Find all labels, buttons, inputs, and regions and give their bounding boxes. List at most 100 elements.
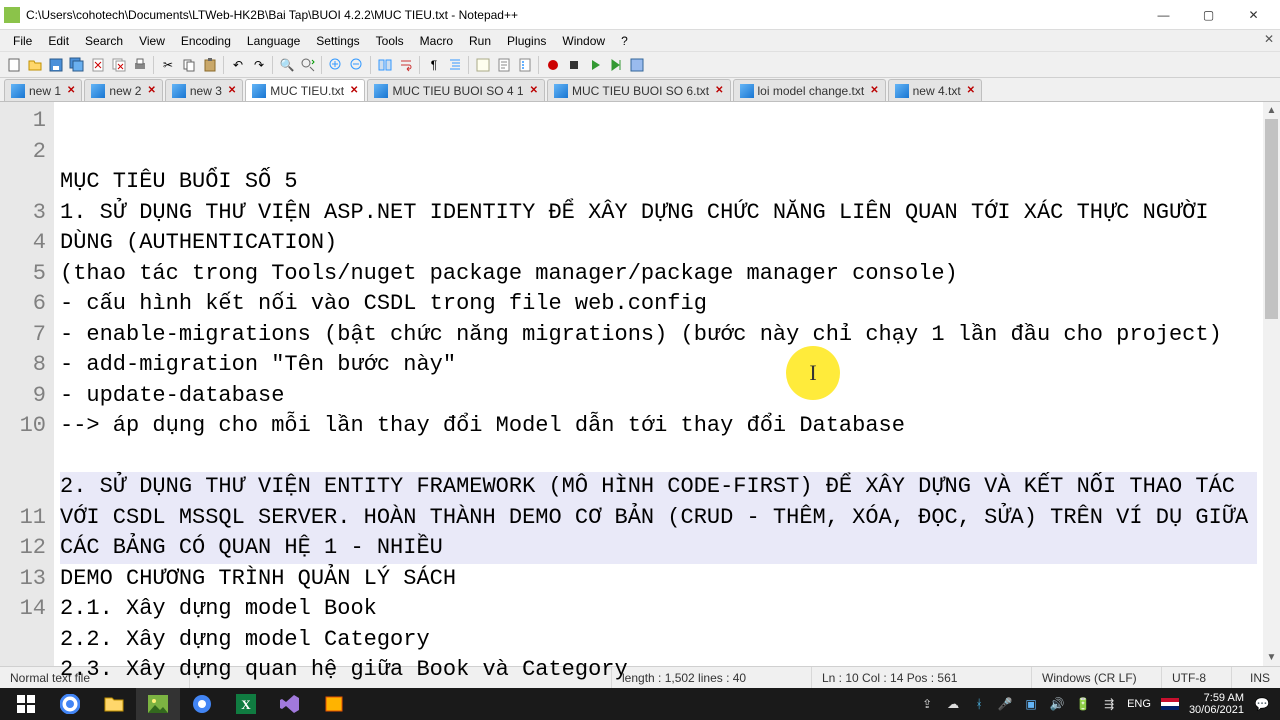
zoom-out-icon[interactable] — [347, 55, 367, 75]
indent-guide-icon[interactable] — [445, 55, 465, 75]
tab-0[interactable]: new 1✕ — [4, 79, 82, 101]
tab-4[interactable]: MUC TIEU BUOI SO 4 1✕ — [367, 79, 545, 101]
close-all-icon[interactable] — [109, 55, 129, 75]
menu-help[interactable]: ? — [614, 32, 635, 50]
function-list-icon[interactable] — [515, 55, 535, 75]
toolbar-separator — [272, 56, 274, 74]
save-icon[interactable] — [46, 55, 66, 75]
open-file-icon[interactable] — [25, 55, 45, 75]
macro-repeat-icon[interactable] — [606, 55, 626, 75]
tab-1[interactable]: new 2✕ — [84, 79, 162, 101]
scroll-track[interactable] — [1263, 119, 1280, 649]
macro-save-icon[interactable] — [627, 55, 647, 75]
editor-line[interactable]: DEMO CHƯƠNG TRÌNH QUẢN LÝ SÁCH — [60, 564, 1257, 595]
editor-line[interactable]: 2.1. Xây dựng model Book — [60, 594, 1257, 625]
editor-line[interactable]: 2. SỬ DỤNG THƯ VIỆN ENTITY FRAMEWORK (MÔ… — [60, 472, 1257, 564]
start-button[interactable] — [4, 688, 48, 720]
tab-5[interactable]: MUC TIEU BUOI SO 6.txt✕ — [547, 79, 731, 101]
menu-edit[interactable]: Edit — [41, 32, 76, 50]
tab-close-icon[interactable]: ✕ — [530, 85, 538, 96]
menu-search[interactable]: Search — [78, 32, 130, 50]
tab-6[interactable]: loi model change.txt ✕ — [733, 79, 886, 101]
word-wrap-icon[interactable] — [396, 55, 416, 75]
new-file-icon[interactable] — [4, 55, 24, 75]
replace-icon[interactable] — [298, 55, 318, 75]
tab-bar: new 1✕new 2✕new 3✕MUC TIEU.txt✕MUC TIEU … — [0, 78, 1280, 102]
toolbar-separator — [223, 56, 225, 74]
editor-line[interactable]: --> áp dụng cho mỗi lần thay đổi Model d… — [60, 411, 1257, 442]
secondary-close-icon[interactable]: ✕ — [1264, 32, 1274, 46]
tab-label: new 4.txt — [913, 84, 961, 98]
tab-close-icon[interactable]: ✕ — [870, 85, 878, 96]
menu-tools[interactable]: Tools — [369, 32, 411, 50]
toolbar: ✂ ↶ ↷ 🔍 ¶ — [0, 52, 1280, 78]
menu-language[interactable]: Language — [240, 32, 307, 50]
tab-label: loi model change.txt — [758, 84, 865, 98]
line-number: 12 — [0, 533, 46, 564]
menu-macro[interactable]: Macro — [413, 32, 460, 50]
undo-icon[interactable]: ↶ — [228, 55, 248, 75]
macro-stop-icon[interactable] — [564, 55, 584, 75]
cut-icon[interactable]: ✂ — [158, 55, 178, 75]
macro-record-icon[interactable] — [543, 55, 563, 75]
menu-view[interactable]: View — [132, 32, 172, 50]
editor-line[interactable] — [60, 442, 1257, 473]
show-all-chars-icon[interactable]: ¶ — [424, 55, 444, 75]
line-number: 7 — [0, 320, 46, 351]
tab-close-icon[interactable]: ✕ — [147, 85, 155, 96]
paste-icon[interactable] — [200, 55, 220, 75]
folder-as-workspace-icon[interactable] — [473, 55, 493, 75]
print-icon[interactable] — [130, 55, 150, 75]
menu-run[interactable]: Run — [462, 32, 498, 50]
line-number: 9 — [0, 381, 46, 412]
toolbar-separator — [370, 56, 372, 74]
scroll-thumb[interactable] — [1265, 119, 1278, 319]
editor-line[interactable]: 2.2. Xây dựng model Category — [60, 625, 1257, 656]
copy-icon[interactable] — [179, 55, 199, 75]
tab-3[interactable]: MUC TIEU.txt✕ — [245, 79, 365, 101]
menu-file[interactable]: File — [6, 32, 39, 50]
editor-line[interactable]: - update-database — [60, 381, 1257, 412]
menu-settings[interactable]: Settings — [309, 32, 366, 50]
redo-icon[interactable]: ↷ — [249, 55, 269, 75]
scroll-down-icon[interactable]: ▼ — [1263, 649, 1280, 666]
line-number: 4 — [0, 228, 46, 259]
tab-close-icon[interactable]: ✕ — [67, 85, 75, 96]
menu-encoding[interactable]: Encoding — [174, 32, 238, 50]
line-number: 2 — [0, 137, 46, 198]
line-number: 10 — [0, 411, 46, 503]
scroll-up-icon[interactable]: ▲ — [1263, 102, 1280, 119]
minimize-button[interactable]: — — [1141, 0, 1186, 30]
editor-area: 1234567891011121314 MỤC TIÊU BUỔI SỐ 51.… — [0, 102, 1280, 666]
menu-window[interactable]: Window — [555, 32, 612, 50]
editor-line[interactable]: 2.3. Xây dựng quan hệ giữa Book và Categ… — [60, 655, 1257, 686]
sync-scroll-icon[interactable] — [375, 55, 395, 75]
tab-close-icon[interactable]: ✕ — [350, 85, 358, 96]
text-area[interactable]: MỤC TIÊU BUỔI SỐ 51. SỬ DỤNG THƯ VIỆN AS… — [54, 102, 1263, 666]
vertical-scrollbar[interactable]: ▲ ▼ — [1263, 102, 1280, 666]
editor-line[interactable]: - enable-migrations (bật chức năng migra… — [60, 320, 1257, 351]
title-bar: C:\Users\cohotech\Documents\LTWeb-HK2B\B… — [0, 0, 1280, 30]
menu-plugins[interactable]: Plugins — [500, 32, 553, 50]
file-icon — [740, 84, 754, 98]
save-all-icon[interactable] — [67, 55, 87, 75]
find-icon[interactable]: 🔍 — [277, 55, 297, 75]
tab-close-icon[interactable]: ✕ — [228, 85, 236, 96]
zoom-in-icon[interactable] — [326, 55, 346, 75]
editor-line[interactable]: - add-migration "Tên bước này" — [60, 350, 1257, 381]
editor-line[interactable]: - cấu hình kết nối vào CSDL trong file w… — [60, 289, 1257, 320]
tab-2[interactable]: new 3✕ — [165, 79, 243, 101]
macro-play-icon[interactable] — [585, 55, 605, 75]
editor-line[interactable]: 1. SỬ DỤNG THƯ VIỆN ASP.NET IDENTITY ĐỂ … — [60, 198, 1257, 259]
close-file-icon[interactable] — [88, 55, 108, 75]
line-number: 8 — [0, 350, 46, 381]
file-icon — [374, 84, 388, 98]
tab-7[interactable]: new 4.txt ✕ — [888, 79, 982, 101]
close-button[interactable]: ✕ — [1231, 0, 1276, 30]
editor-line[interactable]: (thao tác trong Tools/nuget package mana… — [60, 259, 1257, 290]
editor-line[interactable]: MỤC TIÊU BUỔI SỐ 5 — [60, 167, 1257, 198]
tab-close-icon[interactable]: ✕ — [967, 85, 975, 96]
doc-map-icon[interactable] — [494, 55, 514, 75]
maximize-button[interactable]: ▢ — [1186, 0, 1231, 30]
tab-close-icon[interactable]: ✕ — [715, 85, 723, 96]
